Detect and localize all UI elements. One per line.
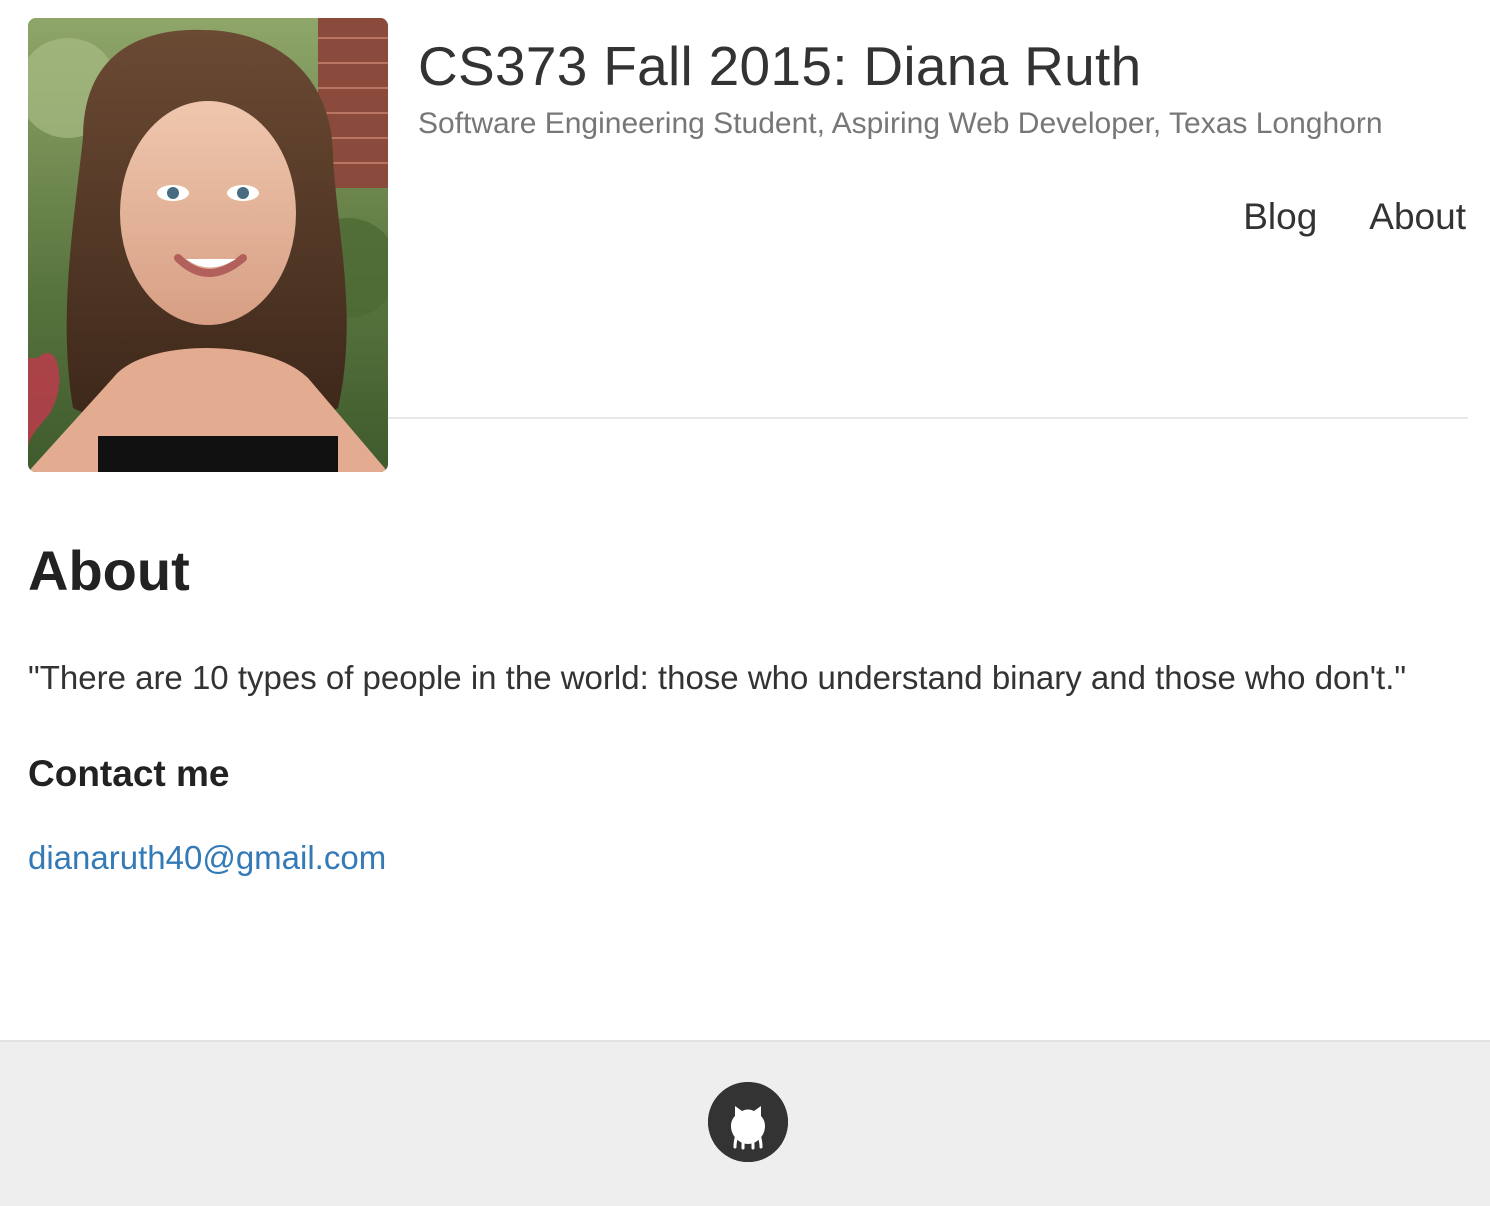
site-title: CS373 Fall 2015: Diana Ruth	[418, 35, 1142, 97]
nav-blog-link[interactable]: Blog	[1243, 194, 1317, 240]
page: CS373 Fall 2015: Diana Ruth Software Eng…	[0, 0, 1490, 1206]
contact-heading: Contact me	[28, 753, 230, 794]
site-header: CS373 Fall 2015: Diana Ruth Software Eng…	[28, 18, 1468, 472]
profile-photo	[28, 18, 388, 472]
github-icon[interactable]	[708, 1082, 788, 1162]
site-footer	[0, 1040, 1490, 1206]
page-title: About	[28, 539, 190, 602]
main-navigation: Blog About	[1243, 194, 1466, 240]
about-quote: "There are 10 types of people in the wor…	[28, 659, 1407, 696]
site-tagline: Software Engineering Student, Aspiring W…	[418, 107, 1383, 140]
nav-about-link[interactable]: About	[1369, 194, 1466, 240]
header-divider	[388, 417, 1468, 419]
main-content: About "There are 10 types of people in t…	[28, 530, 1458, 878]
email-link[interactable]: dianaruth40@gmail.com	[28, 838, 386, 878]
